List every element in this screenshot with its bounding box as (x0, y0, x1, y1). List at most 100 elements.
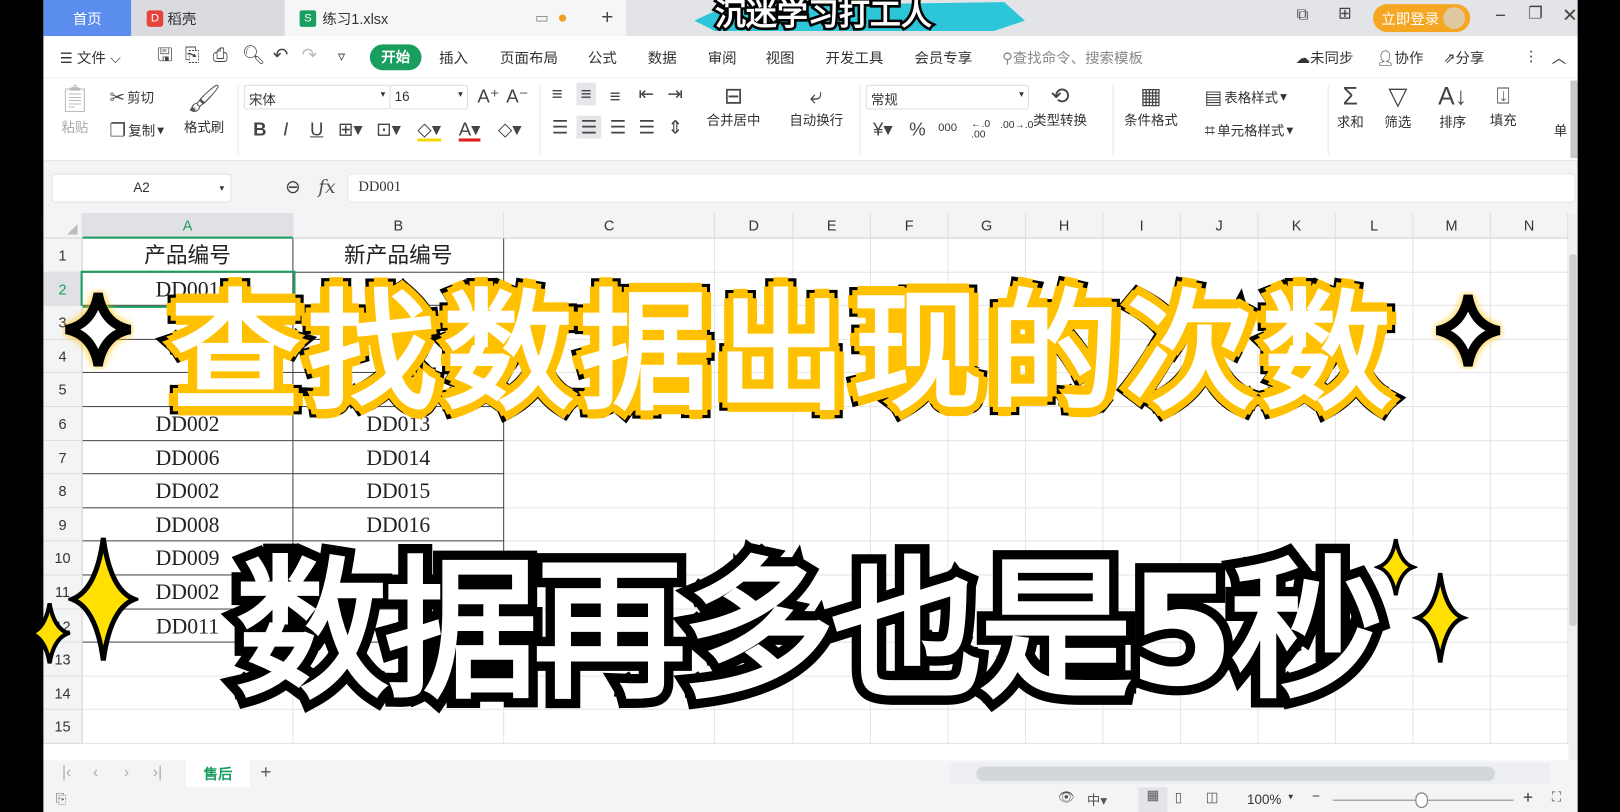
page-view-icon[interactable]: ▯ (1175, 789, 1182, 806)
cell-A7[interactable]: DD006 (82, 440, 294, 475)
prev-sheet-icon[interactable]: ‹ (93, 764, 98, 782)
cell-M15[interactable] (1413, 710, 1491, 744)
percent-icon[interactable]: % (909, 120, 926, 139)
tab-view[interactable]: 视图 (766, 48, 795, 69)
row-header-5[interactable]: 5 (43, 373, 83, 408)
cell-G8[interactable] (948, 474, 1026, 509)
sync-status[interactable]: ☁未同步 (1296, 48, 1354, 69)
cell-style-button[interactable]: ⌗ 单元格样式 ▾ (1205, 120, 1294, 140)
collaborate-button[interactable]: 👤︎协作 (1376, 48, 1423, 69)
underline-icon[interactable]: U (310, 120, 323, 139)
input-method-icon[interactable]: 中▾ (1087, 789, 1107, 809)
save-icon[interactable]: 🖫 (157, 45, 173, 64)
tab-start[interactable]: 开始 (369, 44, 422, 71)
distributed-icon[interactable]: ⇕ (667, 118, 683, 137)
conditional-format-button[interactable]: ▦ 条件格式 (1124, 84, 1178, 129)
increase-decimal-icon[interactable]: ←.0.00 (971, 119, 990, 141)
cell-K8[interactable] (1258, 474, 1336, 509)
cell-F8[interactable] (870, 474, 949, 509)
cell-K7[interactable] (1258, 440, 1336, 475)
row-header-1[interactable]: 1 (43, 238, 83, 273)
minimize-icon[interactable]: − (1495, 6, 1506, 25)
add-sheet-icon[interactable]: + (260, 761, 271, 783)
column-header-I[interactable]: I (1103, 212, 1181, 239)
more-icon[interactable]: ⋮ (1524, 48, 1538, 66)
formula-input[interactable]: DD001 (347, 173, 1576, 203)
cell-F7[interactable] (870, 440, 949, 475)
table-style-button[interactable]: ▤ 表格样式 ▾ (1205, 87, 1287, 107)
apps-grid-icon[interactable]: ⊞ (1338, 6, 1352, 23)
column-header-L[interactable]: L (1335, 212, 1414, 239)
row-header-7[interactable]: 7 (43, 440, 83, 475)
cell-C7[interactable] (504, 440, 715, 475)
cell-M5[interactable] (1413, 373, 1491, 408)
print-icon[interactable]: ⎙ (213, 45, 228, 64)
command-search[interactable]: ⚲查找命令、搜索模板 (1002, 48, 1143, 69)
currency-icon[interactable]: ¥▾ (873, 120, 893, 139)
vertical-scrollbar[interactable] (1568, 212, 1578, 761)
tab-review[interactable]: 审阅 (708, 48, 737, 69)
horizontal-scrollbar[interactable] (950, 763, 1550, 785)
cell-M6[interactable] (1413, 407, 1491, 441)
cell-M8[interactable] (1413, 474, 1491, 509)
first-sheet-icon[interactable]: |‹ (62, 764, 71, 782)
tab-formulas[interactable]: 公式 (588, 48, 617, 69)
cell-N14[interactable] (1490, 676, 1569, 711)
cell-E8[interactable] (793, 474, 871, 509)
cell-M14[interactable] (1413, 676, 1491, 711)
restore-icon[interactable]: ❐ (1528, 6, 1543, 23)
decrease-decimal-icon[interactable]: .00→.0 (1000, 120, 1033, 131)
cell-protect-icon[interactable]: ⊡▾ (376, 120, 401, 139)
column-header-K[interactable]: K (1258, 212, 1336, 239)
copy-button[interactable]: ❐ 复制 ▾ (110, 120, 164, 140)
name-box[interactable]: A2 ▾ (51, 173, 232, 203)
column-header-E[interactable]: E (793, 212, 871, 239)
quick-access-dropdown-icon[interactable]: ▿ (338, 48, 345, 66)
tab-workbook[interactable]: S 练习1.xlsx ▭ (285, 0, 627, 37)
normal-view-icon[interactable]: ▦ (1138, 787, 1168, 812)
filter-button[interactable]: ▽ 筛选 (1384, 84, 1411, 131)
zoom-level[interactable]: 100% (1247, 791, 1281, 806)
align-right-icon[interactable]: ☰ (610, 118, 627, 137)
increase-font-icon[interactable]: A⁺ (477, 87, 499, 106)
cell-I7[interactable] (1103, 440, 1181, 475)
cell-D7[interactable] (714, 440, 794, 475)
close-icon[interactable]: ✕ (1562, 6, 1577, 25)
cell-L8[interactable] (1335, 474, 1414, 509)
cut-button[interactable]: ✂ 剪切 (110, 87, 155, 107)
cell-B8[interactable]: DD015 (293, 474, 505, 509)
cell-J8[interactable] (1180, 474, 1259, 509)
cell-J7[interactable] (1180, 440, 1259, 475)
macro-icon[interactable]: ⎘ (56, 790, 67, 807)
fx-icon[interactable]: fx (318, 177, 335, 199)
number-format-select[interactable]: 常规 ▾ (865, 84, 1030, 110)
cell-N8[interactable] (1490, 474, 1569, 509)
decrease-font-icon[interactable]: A⁻ (506, 87, 528, 106)
page-break-view-icon[interactable]: ◫ (1206, 789, 1219, 806)
cell-M1[interactable] (1413, 238, 1491, 273)
collapse-ribbon-icon[interactable]: ︿ (1552, 48, 1566, 69)
tab-page-layout[interactable]: 页面布局 (500, 48, 558, 69)
clear-format-icon[interactable]: ◇▾ (498, 120, 522, 139)
monitor-icon[interactable]: ▭ (535, 9, 549, 27)
column-header-D[interactable]: D (714, 212, 794, 239)
font-size-select[interactable]: 16 ▾ (389, 84, 469, 110)
font-name-select[interactable]: 宋体 ▾ (243, 84, 391, 110)
italic-icon[interactable]: I (283, 120, 288, 139)
thousands-icon[interactable]: 000 (938, 122, 957, 134)
undo-icon[interactable]: ↶ (273, 45, 289, 64)
format-painter-button[interactable]: 🖌︎ 格式刷 (184, 83, 224, 137)
cell-N13[interactable] (1490, 642, 1569, 677)
merge-center-button[interactable]: ⊟ 合并居中 (707, 84, 761, 129)
cell-N5[interactable] (1490, 373, 1569, 408)
zoom-dropdown-icon[interactable]: ▾ (1288, 791, 1293, 802)
column-header-N[interactable]: N (1490, 212, 1569, 239)
justify-icon[interactable]: ☰ (638, 118, 655, 137)
cell-L7[interactable] (1335, 440, 1414, 475)
cell-N1[interactable] (1490, 238, 1569, 273)
more-ribbon-button[interactable]: 单 (1554, 120, 1567, 140)
increase-indent-icon[interactable]: ⇥ (667, 85, 683, 104)
cell-N9[interactable] (1490, 508, 1569, 542)
cell-N10[interactable] (1490, 541, 1569, 576)
print-preview-icon[interactable]: 🔍︎ (242, 45, 266, 64)
